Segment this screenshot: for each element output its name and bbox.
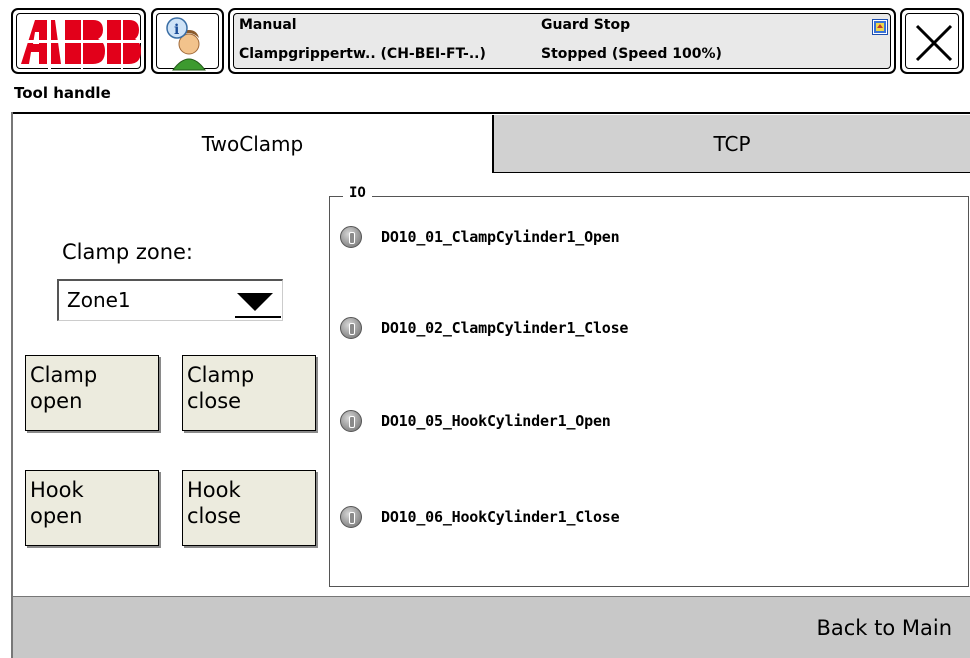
io-signal-name: DO10_01_ClampCylinder1_Open	[381, 228, 620, 246]
operating-mode: Manual	[239, 17, 297, 33]
io-led-off-icon	[340, 410, 362, 432]
dropdown-arrow-icon	[237, 293, 273, 311]
status-panel-inner: Manual Clampgrippertw.. (CH-BEI-FT-..) G…	[233, 13, 891, 69]
button-label-line1: Hook	[30, 478, 84, 502]
tab-twoclamp[interactable]: TwoClamp	[13, 115, 493, 173]
button-label-line1: Hook	[187, 478, 241, 502]
button-label-line2: close	[187, 504, 242, 528]
close-x-icon	[905, 13, 959, 69]
io-led-off-icon	[340, 226, 362, 248]
run-status: Stopped (Speed 100%)	[541, 46, 722, 62]
io-group-title: IO	[343, 185, 372, 201]
io-signal-row[interactable]: DO10_06_HookCylinder1_Close	[340, 502, 620, 532]
io-led-off-icon	[340, 317, 362, 339]
button-label-line1: Clamp	[187, 363, 255, 387]
io-signal-name: DO10_05_HookCylinder1_Open	[381, 412, 611, 430]
status-panel[interactable]: Manual Clampgrippertw.. (CH-BEI-FT-..) G…	[228, 8, 896, 74]
abb-menu-button[interactable]	[11, 8, 146, 74]
dropdown-underline	[235, 316, 281, 318]
clamp-open-button[interactable]: Clamp open	[25, 355, 159, 431]
header-divider	[13, 112, 970, 114]
command-bar: Back to Main	[13, 596, 970, 658]
io-signal-name: DO10_06_HookCylinder1_Close	[381, 508, 620, 526]
app-title: Tool handle	[14, 84, 111, 102]
io-signal-row[interactable]: DO10_02_ClampCylinder1_Close	[340, 313, 628, 343]
io-led-off-icon	[340, 506, 362, 528]
io-signal-row[interactable]: DO10_01_ClampCylinder1_Open	[340, 222, 620, 252]
tasks-icon	[872, 19, 888, 35]
clamp-zone-select[interactable]: Zone1	[57, 279, 283, 321]
clamp-zone-value: Zone1	[67, 288, 131, 312]
button-label-line2: open	[30, 389, 83, 413]
button-label-line2: close	[187, 389, 242, 413]
header-bar: i Manual Clampgrippertw.. (CH-BEI-FT-..)…	[0, 0, 970, 80]
info-user-icon: i	[156, 13, 219, 71]
button-label-line1: Clamp	[30, 363, 98, 387]
controller-name: Clampgrippertw.. (CH-BEI-FT-..)	[239, 46, 486, 62]
abb-logo-icon	[17, 14, 142, 70]
io-signal-row[interactable]: DO10_05_HookCylinder1_Open	[340, 406, 611, 436]
hook-close-button[interactable]: Hook close	[182, 470, 316, 546]
guard-state: Guard Stop	[541, 17, 631, 33]
frame-left-border	[11, 112, 13, 658]
info-button[interactable]: i	[151, 8, 224, 74]
hook-open-button[interactable]: Hook open	[25, 470, 159, 546]
svg-text:i: i	[174, 22, 179, 38]
abb-logo	[16, 13, 142, 70]
clamp-zone-label: Clamp zone:	[62, 240, 194, 264]
button-label-line2: open	[30, 504, 83, 528]
io-signal-name: DO10_02_ClampCylinder1_Close	[381, 319, 629, 337]
tab-tcp[interactable]: TCP	[493, 115, 970, 173]
back-to-main-button[interactable]: Back to Main	[810, 615, 958, 641]
close-button[interactable]	[900, 8, 964, 74]
clamp-close-button[interactable]: Clamp close	[182, 355, 316, 431]
